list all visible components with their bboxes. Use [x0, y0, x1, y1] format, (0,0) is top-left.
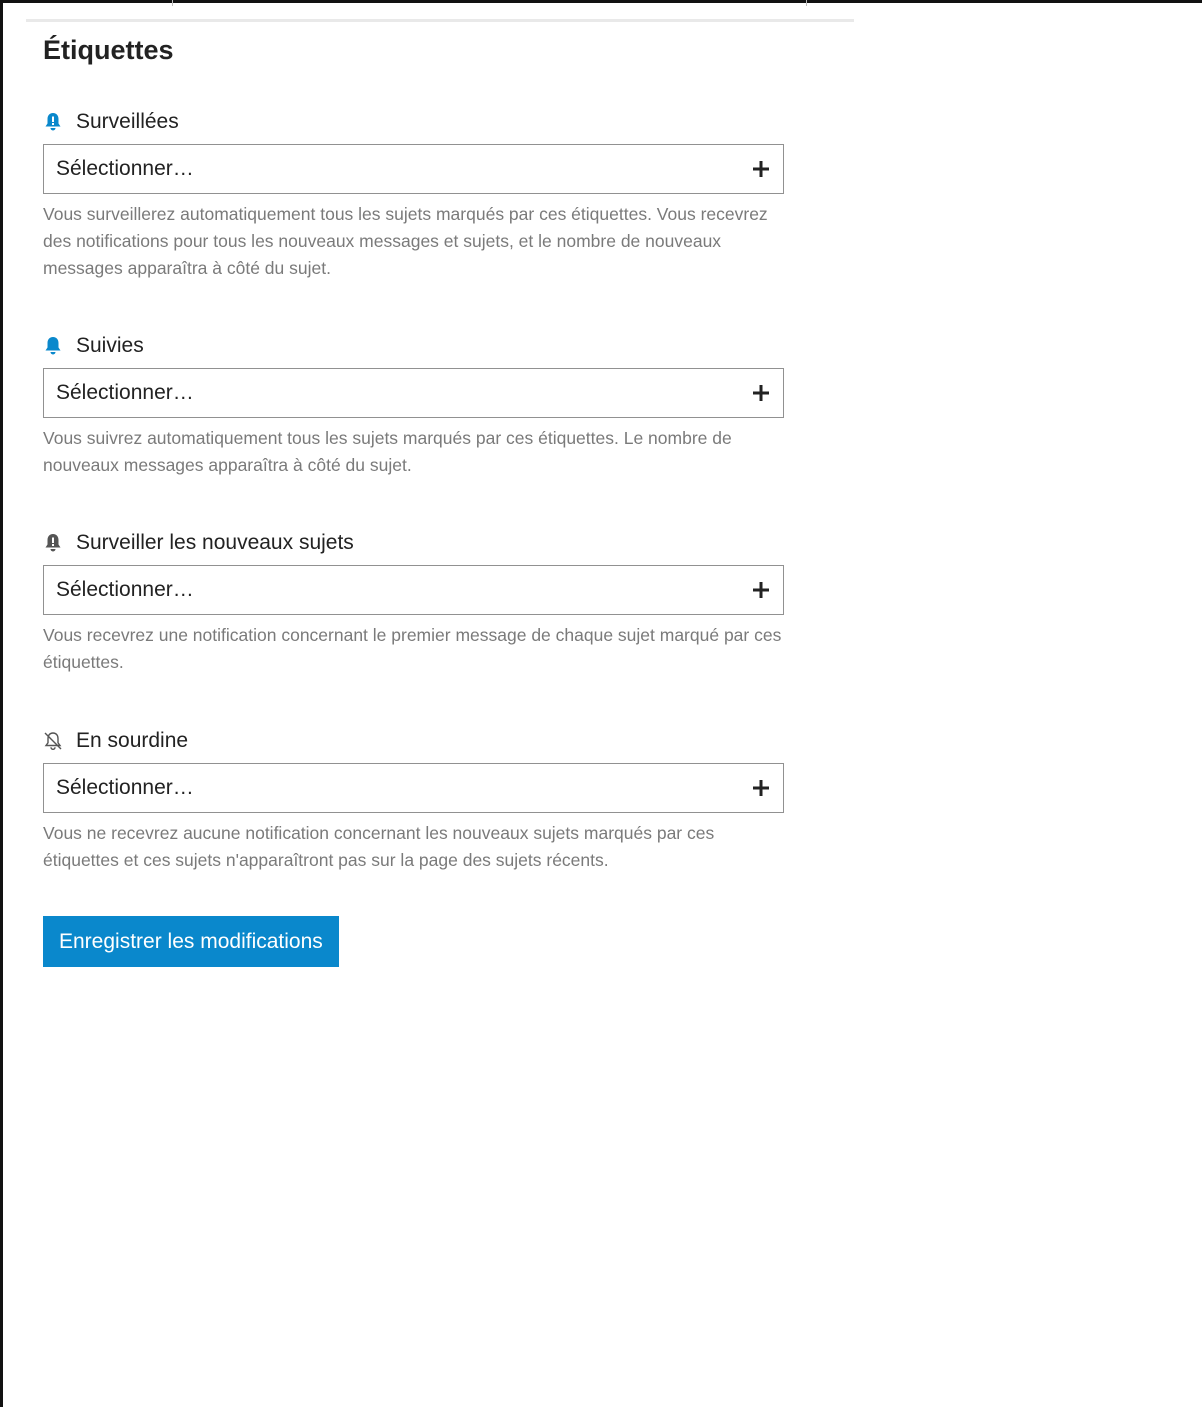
page-title: Étiquettes [43, 35, 174, 65]
plus-icon[interactable] [751, 778, 771, 798]
muted-tags-chooser[interactable]: Sélectionner… [43, 763, 784, 813]
form-actions: Enregistrer les modifications [43, 916, 339, 967]
chooser-placeholder: Sélectionner… [56, 776, 194, 799]
section-label: Suivies [43, 333, 788, 359]
section-label: En sourdine [43, 728, 788, 754]
chooser-placeholder: Sélectionner… [56, 381, 194, 404]
frame-divider [806, 0, 807, 6]
plus-icon[interactable] [751, 159, 771, 179]
bell-slash-icon [43, 731, 63, 751]
frame-divider [172, 0, 173, 6]
chooser-placeholder: Sélectionner… [56, 157, 194, 180]
section-label-text: En sourdine [76, 729, 189, 752]
section-label-text: Surveillées [76, 110, 179, 133]
save-changes-button[interactable]: Enregistrer les modifications [43, 916, 339, 967]
section-label-text: Surveiller les nouveaux sujets [76, 531, 354, 554]
watching-first-post-tags-chooser[interactable]: Sélectionner… [43, 565, 784, 615]
section-label: Surveiller les nouveaux sujets [43, 530, 788, 556]
plus-icon[interactable] [751, 383, 771, 403]
section-label: Surveillées [43, 109, 788, 135]
tag-notification-settings: Étiquettes Surveillées Sélectionner… Vou… [43, 30, 784, 967]
section-tracked: Suivies Sélectionner… Vous suivrez autom… [43, 333, 788, 479]
window-frame-left [0, 0, 3, 1407]
section-description: Vous ne recevrez aucune notification con… [43, 823, 715, 870]
window-frame-top [0, 0, 1202, 3]
section-label-text: Suivies [76, 334, 144, 357]
section-description: Vous surveillerez automatiquement tous l… [43, 204, 768, 278]
chooser-placeholder: Sélectionner… [56, 578, 194, 601]
tracked-tags-chooser[interactable]: Sélectionner… [43, 368, 784, 418]
header-divider [26, 19, 854, 22]
plus-icon[interactable] [751, 580, 771, 600]
section-watched: Surveillées Sélectionner… Vous surveille… [43, 109, 788, 282]
section-description: Vous recevrez une notification concernan… [43, 625, 782, 672]
watched-tags-chooser[interactable]: Sélectionner… [43, 144, 784, 194]
bell-icon [43, 336, 63, 356]
bell-exclamation-icon [43, 112, 63, 132]
section-description: Vous suivrez automatiquement tous les su… [43, 428, 732, 475]
section-muted: En sourdine Sélectionner… Vous ne recevr… [43, 728, 788, 874]
section-watching-first-post: Surveiller les nouveaux sujets Sélection… [43, 530, 788, 676]
bell-exclamation-icon [43, 533, 63, 553]
